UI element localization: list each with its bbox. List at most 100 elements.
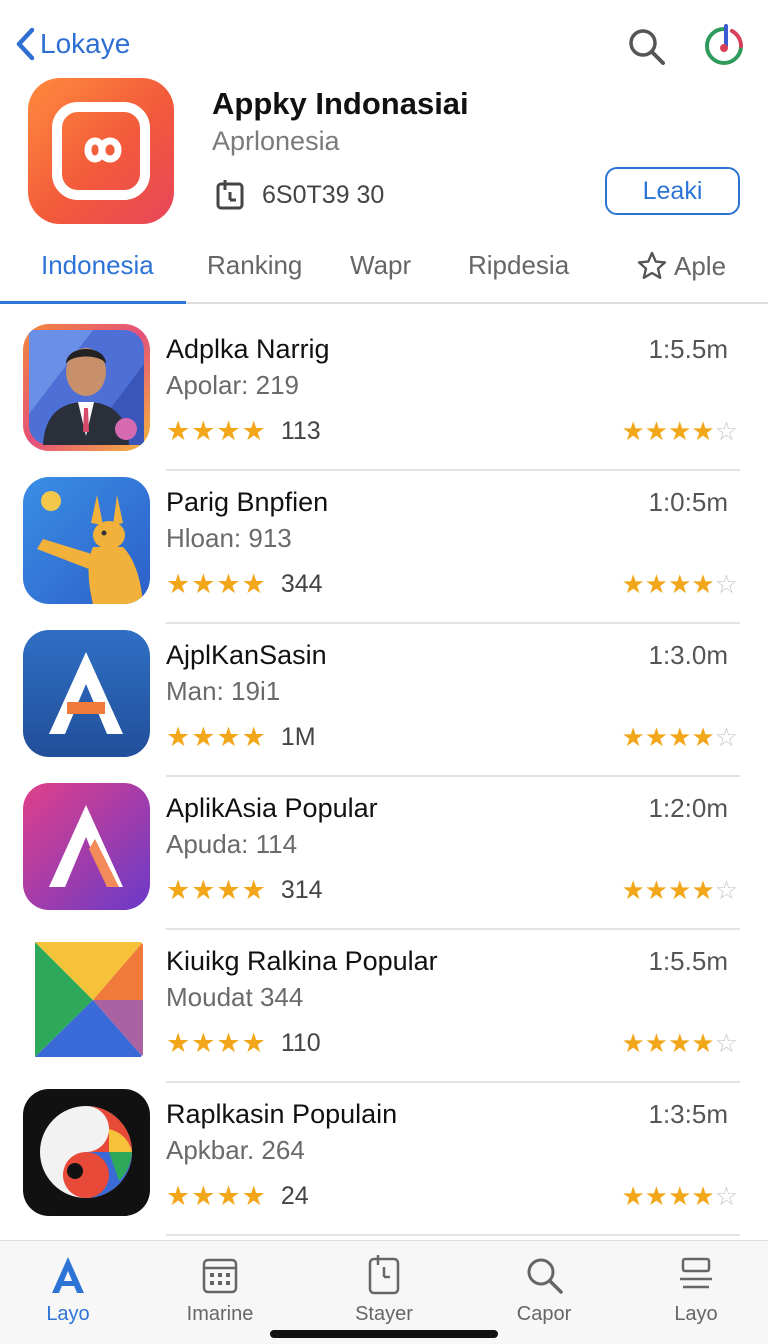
profile-button[interactable] [702,24,746,68]
app-list-icon[interactable] [23,783,150,910]
tab-indonesia[interactable]: Indonesia [41,250,154,281]
home-indicator[interactable] [270,1330,498,1338]
category-tabs: Indonesia Ranking Wapr Ripdesia Aple [0,240,768,304]
app-meta-text: 6S0T39 30 [262,180,385,209]
list-item[interactable]: Parig Bnpfien Hloan: 913 ★★★★ 344 1:0:5m… [0,471,768,624]
app-list-subtitle: Hloan: 913 [166,523,292,553]
chevron-left-icon [16,27,35,61]
star-outline-icon [637,251,667,279]
tab-ripdesia[interactable]: Ripdesia [468,250,569,281]
stars-icon: ★★★★ [166,1028,267,1058]
app-list-size: 1:2:0m [648,793,729,823]
stars-icon: ★★★★ [166,875,267,905]
top-navigation-bar: Lokaye [0,0,768,80]
stars-icon: ★★★★ [166,722,267,752]
search-button[interactable] [624,24,668,68]
app-list-subtitle: Apkbar. 264 [166,1135,305,1165]
play-triangle-icon [23,936,150,1063]
kangaroo-icon [23,477,150,604]
app-list-icon[interactable] [23,936,150,1063]
stars-icon: ★★★★ [166,1181,267,1211]
tab-label: Aple [674,250,727,281]
list-item[interactable]: AplikAsia Popular Apuda: 114 ★★★★ 314 1:… [0,777,768,930]
app-list-count: 113 [280,417,321,445]
star-rating: ★★★★☆ [621,416,738,446]
app-list-count: 1M [280,723,316,751]
search-icon [629,29,665,65]
star-rating: ★★★★☆ [621,1028,738,1058]
app-list-subtitle: Man: 19i1 [166,676,281,706]
app-list-size: 1:3.0m [648,640,729,670]
list-item[interactable]: AjplKanSasin Man: 19i1 ★★★★ 1M 1:3.0m ★★… [0,624,768,777]
app-list-rating: ★★★★ 344 [166,569,323,600]
list-item[interactable]: Raplkasin Populain Apkbar. 264 ★★★★ 24 1… [0,1083,768,1236]
app-list-rating: ★★★★ 24 [166,1181,309,1212]
app-list-subtitle: Moudat 344 [166,982,304,1012]
app-list-icon[interactable] [23,1089,150,1216]
app-list-subtitle: Apuda: 114 [166,829,298,859]
app-list-rating: ★★★★ 314 [166,875,323,906]
app-list-count: 24 [280,1182,309,1210]
tab-ranking[interactable]: Ranking [207,250,302,281]
app-list-title: AjplKanSasin [166,640,327,670]
app-list-rating: ★★★★ 110 [166,1028,321,1059]
refresh-ring-icon [705,24,743,65]
app-icon [28,78,174,224]
bottom-tab-label: Layo [674,1303,718,1325]
app-list-icon[interactable] [23,630,150,757]
search-icon [527,1258,563,1294]
app-list-size: 1:5.5m [648,334,729,364]
bottom-tab-label: Capor [516,1303,572,1325]
bottom-tab-imarine[interactable]: Imarine [160,1253,280,1326]
tab-wapr[interactable]: Wapr [350,250,411,281]
bottom-tab-bar: Layo Imarine Stayer Capor Layo [0,1240,768,1344]
star-rating: ★★★★☆ [621,1181,738,1211]
app-list-subtitle: Apolar: 219 [166,370,299,400]
tab-label: Wapr [350,250,412,280]
bottom-tab-layo[interactable]: Layo [8,1253,128,1326]
tab-label: Ripdesia [468,250,570,280]
clock-document-icon [216,180,244,210]
star-rating: ★★★★☆ [621,569,738,599]
app-list-rating: ★★★★ 1M [166,722,316,753]
app-list-title: Kiuikg Ralkina Popular [166,946,438,976]
stars-icon: ★★★★ [166,569,267,599]
bottom-tab-capor[interactable]: Capor [484,1253,604,1326]
app-list-icon[interactable] [23,324,150,451]
bottom-tab-stayer[interactable]: Stayer [324,1253,444,1326]
app-subtitle: Aprlonesia [212,126,340,156]
app-list-title: Raplkasin Populain [166,1099,398,1129]
back-button[interactable]: Lokaye [14,26,130,62]
letter-a-blue-icon [23,630,150,757]
bottom-tab-label: Imarine [186,1303,254,1325]
active-tab-indicator [0,301,186,304]
app-list-rating: ★★★★ 113 [166,416,321,447]
bottom-tab-layo-2[interactable]: Layo [636,1253,756,1326]
app-title: Appky Indonasiai [212,86,469,121]
get-button[interactable]: Leaki [605,167,740,215]
app-list-size: 1:3:5m [648,1099,729,1129]
app-list-title: Adplka Narrig [166,334,330,364]
stack-icon [680,1257,712,1289]
app-list-title: AplikAsia Popular [166,793,378,823]
app-list-size: 1:0:5m [648,487,729,517]
tab-label: Ranking [207,250,303,280]
tab-aple[interactable]: Aple [636,250,726,282]
app-list-count: 344 [280,570,323,598]
app-meta: 6S0T39 30 [214,178,384,212]
list-item[interactable]: Kiuikg Ralkina Popular Moudat 344 ★★★★ 1… [0,930,768,1083]
star-rating: ★★★★☆ [621,875,738,905]
tab-label: Indonesia [41,250,154,280]
list-item[interactable]: Adplka Narrig Apolar: 219 ★★★★ 113 1:5.5… [0,318,768,471]
app-list-title: Parig Bnpfien [166,487,329,517]
calendar-icon [202,1258,238,1294]
app-list-count: 110 [280,1029,321,1057]
divider [166,1234,740,1236]
star-rating: ★★★★☆ [621,722,738,752]
app-list-count: 314 [280,876,323,904]
app-list-icon[interactable] [23,477,150,604]
letter-a-purple-icon [23,783,150,910]
person-portrait-icon [23,324,150,451]
clipboard-icon [368,1255,400,1295]
app-list-size: 1:5.5m [648,946,729,976]
